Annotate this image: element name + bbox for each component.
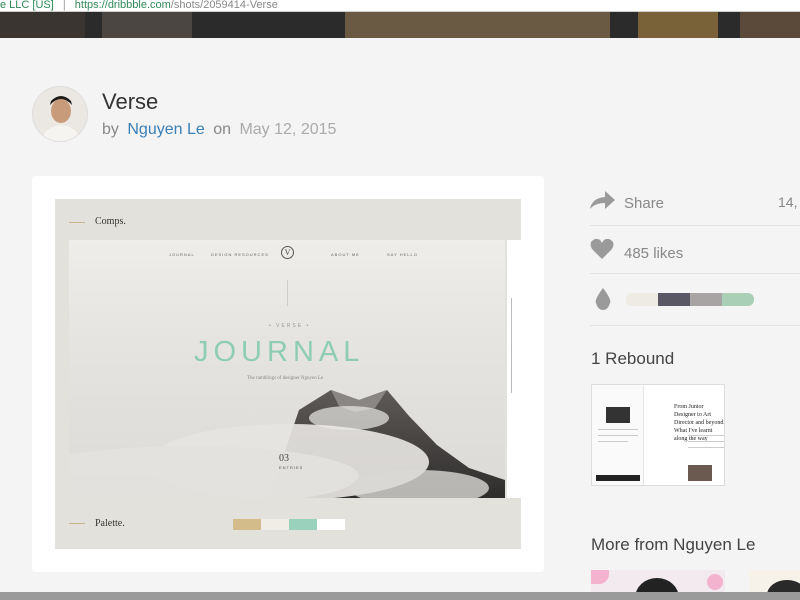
rebounds-title[interactable]: 1 Rebound <box>591 349 674 369</box>
artwork-swatch <box>289 519 317 530</box>
author-avatar[interactable] <box>32 86 88 142</box>
palette-rule <box>69 523 85 524</box>
rebound-headline: From Junior Designer to Art Director and… <box>674 404 725 442</box>
preview-side-strip <box>507 240 521 498</box>
browser-url-bar[interactable]: e LLC [US] | https://dribbble.com/shots/… <box>0 0 800 12</box>
strip-thumb[interactable] <box>345 12 610 38</box>
shot-image[interactable]: Comps. JOURNAL DESIGN RESOURCES V ABOUT … <box>55 199 521 549</box>
site-identity: e LLC [US] <box>0 0 54 11</box>
hero-preview: JOURNAL DESIGN RESOURCES V ABOUT ME SAY … <box>69 240 505 498</box>
color-swatch[interactable] <box>690 293 722 306</box>
shot-title: Verse <box>102 89 159 114</box>
share-row[interactable]: Share <box>590 178 800 226</box>
url-separator: | <box>62 0 66 11</box>
share-arrow-icon <box>590 191 615 209</box>
hero-tagline: The ramblings of designer Nguyen Le <box>247 376 324 381</box>
artwork-swatch <box>317 519 345 530</box>
hero-kicker: • VERSE • <box>269 323 311 329</box>
byline: by Nguyen Le on May 12, 2015 <box>102 121 336 139</box>
url-host: https://dribbble.com <box>74 0 171 11</box>
likes-label: 485 likes <box>624 245 684 262</box>
color-swatch[interactable] <box>658 293 690 306</box>
more-from-title[interactable]: More from Nguyen Le <box>591 535 755 555</box>
strip-thumb[interactable] <box>638 12 718 38</box>
horizontal-scrollbar[interactable] <box>0 592 800 600</box>
shot-date: May 12, 2015 <box>239 121 337 138</box>
on-label: on <box>213 121 231 138</box>
heart-icon <box>590 238 614 259</box>
likes-row[interactable]: 485 likes <box>590 226 800 274</box>
palette-label: Palette. <box>95 518 125 529</box>
hero-headline: JOURNAL <box>194 336 365 368</box>
strip-thumb[interactable] <box>0 12 85 38</box>
drop-icon <box>595 288 611 310</box>
by-label: by <box>102 121 119 138</box>
comps-rule <box>69 222 85 223</box>
issue-label: ENTRIES <box>279 465 304 470</box>
rebound-thumbnail[interactable]: From Junior Designer to Art Director and… <box>591 384 725 486</box>
color-swatch[interactable] <box>722 293 754 306</box>
top-shots-strip <box>0 12 800 38</box>
comps-label: Comps. <box>95 216 126 227</box>
issue-number: 03 <box>279 453 289 464</box>
strip-thumb[interactable] <box>740 12 800 38</box>
url-path: /shots/2059414-Verse <box>170 0 278 11</box>
artwork-swatch <box>233 519 261 530</box>
share-label: Share <box>624 195 665 212</box>
color-swatch[interactable] <box>626 293 658 306</box>
views-count: 14, <box>778 194 798 210</box>
artwork-swatch <box>261 519 289 530</box>
strip-thumb[interactable] <box>102 12 192 38</box>
author-link[interactable]: Nguyen Le <box>127 121 204 138</box>
